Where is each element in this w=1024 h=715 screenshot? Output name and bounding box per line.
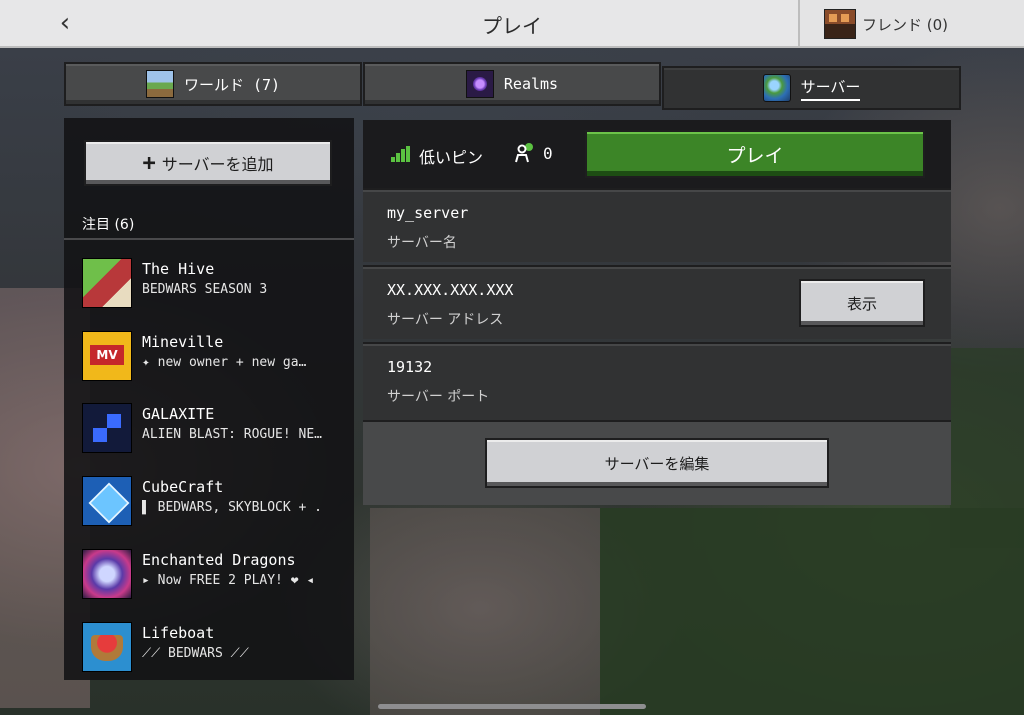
- list-item[interactable]: GALAXITE ALIEN BLAST: ROGUE! NE…: [82, 397, 352, 453]
- edit-server-button[interactable]: サーバーを編集: [485, 438, 829, 488]
- server-name-label: サーバー名: [387, 235, 457, 251]
- server-name: Enchanted Dragons: [142, 551, 296, 569]
- server-address-value: XX.XXX.XXX.XXX: [387, 281, 514, 299]
- server-list-panel: + サーバーを追加 注目 (6) The Hive BEDWARS SEASON…: [64, 118, 354, 680]
- list-item[interactable]: The Hive BEDWARS SEASON 3: [82, 252, 352, 308]
- cubecraft-icon: [82, 476, 132, 526]
- server-status-bar: 低いピン 0 プレイ: [363, 120, 951, 188]
- server-description: ▸ Now FREE 2 PLAY! ❤ ◂: [142, 573, 315, 588]
- ping-label: 低いピン: [419, 148, 484, 167]
- server-name: CubeCraft: [142, 478, 224, 496]
- server-name-value: my_server: [387, 204, 469, 222]
- tab-servers-label: サーバー: [800, 76, 861, 101]
- world-icon: [145, 70, 174, 98]
- server-detail-panel: 低いピン 0 プレイ my_server サーバー名 XX.XXX.XXX.XX…: [363, 120, 951, 505]
- server-port-value: 19132: [387, 358, 433, 376]
- background-rock: [370, 508, 600, 715]
- player-count: 0: [543, 144, 553, 163]
- featured-section-label: 注目 (6): [82, 217, 135, 233]
- tab-servers[interactable]: サーバー: [662, 66, 961, 110]
- server-description: ▌ BEDWARS, SKYBLOCK + .: [142, 500, 323, 515]
- server-name: GALAXITE: [142, 405, 215, 423]
- friends-button[interactable]: フレンド (0): [798, 0, 1024, 46]
- list-item[interactable]: Lifeboat ⟋⟋ BEDWARS ⟋⟋: [82, 616, 352, 672]
- top-bar: ‹ プレイ フレンド (0): [0, 0, 1024, 48]
- home-indicator[interactable]: [378, 704, 646, 709]
- friends-label: フレンド (0): [862, 16, 949, 34]
- tab-worlds[interactable]: ワールド (7): [64, 62, 362, 106]
- server-description: ⟋⟋ BEDWARS ⟋⟋: [142, 646, 249, 661]
- server-address-label: サーバー アドレス: [387, 312, 504, 328]
- background-trees: [950, 348, 1024, 548]
- server-name: The Hive: [142, 260, 215, 278]
- server-name-field[interactable]: my_server サーバー名: [363, 188, 951, 262]
- back-button[interactable]: ‹: [48, 8, 82, 38]
- friends-avatar-icon: [824, 9, 856, 39]
- divider: [64, 238, 354, 240]
- add-server-label: サーバーを追加: [161, 155, 274, 174]
- server-description: ✦ new owner + new ga…: [142, 355, 307, 370]
- lifeboat-icon: [82, 622, 132, 672]
- edit-section: サーバーを編集: [363, 420, 951, 505]
- globe-icon: [762, 74, 791, 102]
- realms-icon: [465, 70, 494, 98]
- tab-worlds-label: ワールド (7): [183, 75, 281, 94]
- signal-bars-icon: [391, 146, 411, 162]
- server-address-field[interactable]: XX.XXX.XXX.XXX サーバー アドレス 表示: [363, 265, 951, 339]
- server-name: Lifeboat: [142, 624, 215, 642]
- players-icon: [515, 143, 533, 163]
- server-port-label: サーバー ポート: [387, 389, 490, 405]
- server-description: ALIEN BLAST: ROGUE! NE…: [142, 427, 323, 442]
- server-description: BEDWARS SEASON 3: [142, 282, 268, 297]
- list-item[interactable]: Mineville ✦ new owner + new ga…: [82, 325, 352, 381]
- chevron-left-icon: ‹: [59, 8, 71, 38]
- the-hive-icon: [82, 258, 132, 308]
- galaxite-icon: [82, 403, 132, 453]
- enchanted-dragons-icon: [82, 549, 132, 599]
- server-name: Mineville: [142, 333, 224, 351]
- tab-realms[interactable]: Realms: [363, 62, 661, 106]
- mineville-icon: [82, 331, 132, 381]
- plus-icon: +: [142, 150, 156, 176]
- play-button[interactable]: プレイ: [585, 130, 925, 178]
- list-item[interactable]: Enchanted Dragons ▸ Now FREE 2 PLAY! ❤ ◂: [82, 543, 352, 599]
- list-item[interactable]: CubeCraft ▌ BEDWARS, SKYBLOCK + .: [82, 470, 352, 526]
- show-address-button[interactable]: 表示: [799, 279, 925, 327]
- tab-realms-label: Realms: [503, 75, 559, 93]
- add-server-button[interactable]: + サーバーを追加: [84, 140, 332, 186]
- server-port-field[interactable]: 19132 サーバー ポート: [363, 342, 951, 420]
